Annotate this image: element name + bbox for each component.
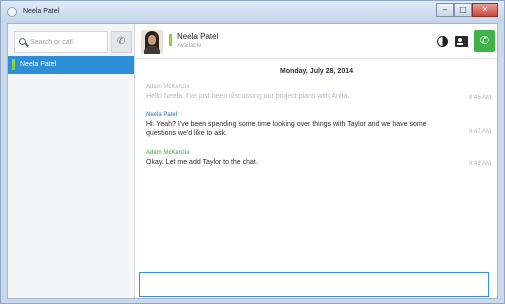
maximize-button[interactable]: □ [454,3,472,17]
avatar[interactable] [141,30,163,54]
presence-indicator [12,59,15,70]
date-separator: Monday, July 28, 2014 [279,68,353,75]
message-sender: Neela Patel [146,112,178,118]
call-button[interactable]: ✆ [474,30,495,52]
message: Neela Patel Hi. Yeah? I've been spending… [146,112,491,138]
window-controls: ‒ □ ✕ [436,3,498,17]
app-window: Neela Patel ‒ □ ✕ ✆ Neela Patel [0,0,505,304]
message-time: 8:48 AM [468,161,491,167]
conversation-header: Neela Patel Available ✆ [136,24,497,59]
contact-name: Neela Patel [20,61,57,68]
search-icon [19,38,26,45]
message-text: Hi. Yeah? I've been spending some time l… [146,121,427,137]
message-sender: Adam McKenzie [146,150,190,156]
contact-name: Neela Patel [177,32,219,41]
contact-status: Available [177,43,202,49]
conversation-pane: Monday, July 28, 2014 Adam McKenzie Hell… [136,60,497,274]
message-sender: Adam McKenzie [146,84,190,90]
search-input[interactable] [30,36,106,49]
presence-toggle-icon[interactable] [437,36,448,47]
message: Adam McKenzie Okay. Let me add Taylor to… [146,150,491,167]
presence-indicator [169,34,172,46]
close-button[interactable]: ✕ [472,3,498,17]
contact-list-item[interactable]: Neela Patel [8,56,134,74]
message-time: 8:46 AM [468,95,491,101]
title-bar[interactable]: Neela Patel ‒ □ ✕ [1,1,504,23]
sidebar: ✆ Neela Patel [8,24,135,298]
message-text: Okay. Let me add Taylor to the chat. [146,159,258,166]
minimize-button[interactable]: ‒ [436,3,454,17]
phone-icon: ✆ [117,36,126,47]
contact-card-icon[interactable] [455,36,468,47]
dial-pad-button[interactable]: ✆ [111,31,132,53]
message-text: Hello Neela. I've just been discussing o… [146,93,350,100]
window-title: Neela Patel [23,8,60,15]
compose-box[interactable] [139,272,489,297]
search-box[interactable] [14,31,108,53]
message-input[interactable] [141,274,487,295]
client-area: ✆ Neela Patel Neela Patel Available ✆ [7,23,498,299]
message-time: 8:47 AM [468,129,491,135]
message: Adam McKenzie Hello Neela. I've just bee… [146,84,491,101]
app-icon [7,7,17,17]
phone-icon: ✆ [479,34,490,47]
